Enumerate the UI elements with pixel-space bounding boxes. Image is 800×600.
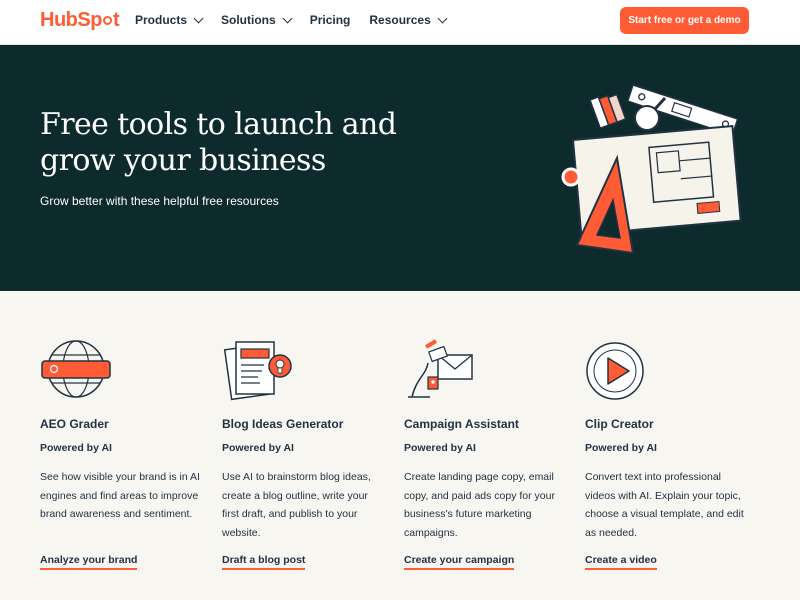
chevron-down-icon <box>193 13 204 23</box>
create-campaign-link[interactable]: Create your campaign <box>404 554 515 570</box>
hero-section: Free tools to launch and grow your busin… <box>0 45 800 291</box>
hubspot-logo[interactable]: HubSp t <box>40 9 120 32</box>
create-video-link[interactable]: Create a video <box>585 554 657 570</box>
top-navigation: HubSp t Products Solutions Pricing Resour… <box>0 0 800 45</box>
start-free-demo-button[interactable]: Start free or get a demo <box>620 7 749 34</box>
tool-title: Blog Ideas Generator <box>222 417 344 431</box>
tool-description: Create landing page copy, email copy, an… <box>404 471 555 539</box>
powered-by-ai-label: Powered by AI <box>404 442 476 454</box>
powered-by-ai-label: Powered by AI <box>40 442 112 454</box>
nav-products[interactable]: Products <box>135 13 204 27</box>
chevron-down-icon <box>437 13 448 23</box>
nav-resources-label: Resources <box>369 13 431 27</box>
nav-pricing-label: Pricing <box>309 13 351 27</box>
main-nav: Products Solutions Pricing Resources <box>135 13 465 27</box>
powered-by-ai-label: Powered by AI <box>585 442 657 454</box>
email-campaign-icon <box>408 339 473 398</box>
nav-products-label: Products <box>135 13 188 27</box>
sprocket-icon <box>102 16 112 25</box>
document-lightbulb-icon <box>223 341 292 401</box>
hero-title: Free tools to launch and grow your busin… <box>40 107 397 178</box>
globe-search-icon <box>41 340 111 398</box>
powered-by-ai-label: Powered by AI <box>222 442 294 454</box>
hero-subtitle: Grow better with these helpful free reso… <box>40 194 279 208</box>
play-icon <box>586 342 644 400</box>
tool-description: Convert text into professional videos wi… <box>585 471 744 539</box>
draft-blog-post-link[interactable]: Draft a blog post <box>222 554 306 570</box>
free-tools-grid: AEO Grader Powered by AI See how visible… <box>0 291 800 600</box>
color-swatch-icon <box>589 93 627 130</box>
tool-title: Clip Creator <box>585 417 654 431</box>
nav-pricing[interactable]: Pricing <box>310 13 351 27</box>
tool-description: Use AI to brainstorm blog ideas, create … <box>222 471 371 539</box>
tool-description: See how visible your brand is in AI engi… <box>40 471 200 520</box>
logo-text-sp: Sp <box>77 9 102 31</box>
blueprint-tools-illustration <box>561 84 742 255</box>
nav-solutions-label: Solutions <box>221 13 276 27</box>
nav-solutions[interactable]: Solutions <box>221 13 293 27</box>
analyze-brand-link[interactable]: Analyze your brand <box>40 554 138 570</box>
tool-title: Campaign Assistant <box>404 417 519 431</box>
nav-resources[interactable]: Resources <box>369 13 448 27</box>
logo-text-t: t <box>112 9 120 31</box>
logo-text-hub: Hub <box>40 9 78 31</box>
tool-title: AEO Grader <box>40 417 109 431</box>
chevron-down-icon <box>282 13 293 23</box>
